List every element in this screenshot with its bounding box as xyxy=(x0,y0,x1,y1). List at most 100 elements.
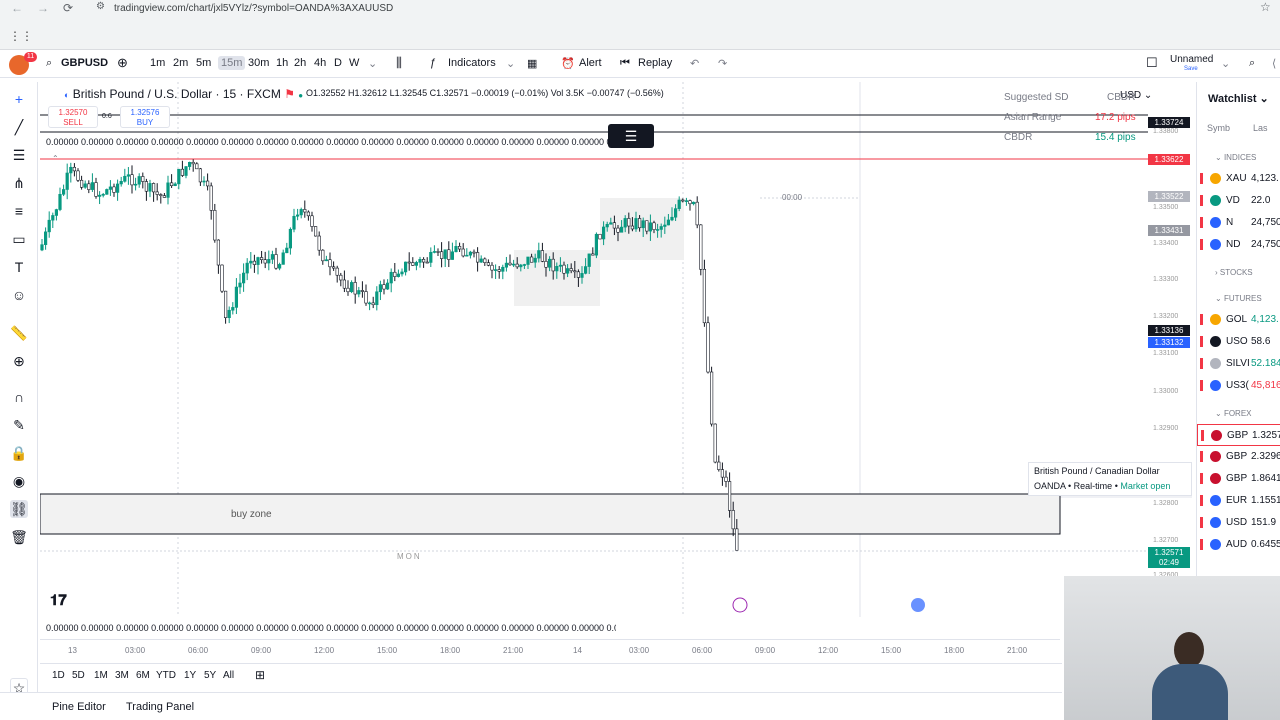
compare-add-icon[interactable]: ⊕ xyxy=(117,55,128,71)
undo-icon[interactable]: ↶ xyxy=(690,57,699,70)
fib-icon[interactable]: ≡ xyxy=(10,202,28,220)
row-flag-icon[interactable] xyxy=(1200,314,1203,325)
pine-editor-tab[interactable]: Pine Editor xyxy=(52,701,106,713)
watchlist-row[interactable]: AUD 0.6455 xyxy=(1197,534,1280,556)
search-icon[interactable]: ⌕ xyxy=(1249,57,1255,70)
trash-icon[interactable]: 🗑 xyxy=(10,528,28,546)
symbol-search[interactable]: GBPUSD xyxy=(61,57,108,69)
watchlist-title[interactable]: Watchlist ⌄ xyxy=(1208,92,1269,105)
indicators-button[interactable]: Indicators xyxy=(448,57,496,69)
range-ytd[interactable]: YTD xyxy=(156,670,176,681)
row-flag-icon[interactable] xyxy=(1200,539,1203,550)
forward-icon[interactable]: → xyxy=(37,1,49,15)
tf-w[interactable]: W xyxy=(349,57,359,69)
tf-15m[interactable]: 15m xyxy=(218,56,246,70)
floating-menu-icon[interactable]: ☰ xyxy=(608,124,654,148)
row-flag-icon[interactable] xyxy=(1200,517,1203,528)
candlestick-chart[interactable] xyxy=(40,82,1192,658)
range-5y[interactable]: 5Y xyxy=(204,670,216,681)
col-symbol[interactable]: Symb xyxy=(1207,123,1230,133)
search-icon[interactable]: ⌕ xyxy=(46,57,52,70)
row-flag-icon[interactable] xyxy=(1200,217,1203,228)
range-1y[interactable]: 1Y xyxy=(184,670,196,681)
ruler-icon[interactable]: 📏 xyxy=(10,324,28,342)
tf-4h[interactable]: 4h xyxy=(314,57,326,69)
collapse-legend-icon[interactable]: ⌃ xyxy=(52,154,59,163)
zoom-icon[interactable]: ⊕ xyxy=(10,352,28,370)
tf-2m[interactable]: 2m xyxy=(173,57,188,69)
watchlist-row[interactable]: SILVI 52.184 xyxy=(1197,353,1280,375)
eye-icon[interactable]: ◉ xyxy=(10,472,28,490)
row-flag-icon[interactable] xyxy=(1200,473,1203,484)
site-info-icon[interactable]: ⚙ xyxy=(96,1,105,12)
rectangle-icon[interactable]: ▭ xyxy=(10,230,28,248)
sell-button[interactable]: 1.32570 SELL xyxy=(48,106,98,128)
watchlist-row[interactable]: USO 58.6 xyxy=(1197,331,1280,353)
range-5d[interactable]: 5D xyxy=(72,670,85,681)
horizontal-lines-icon[interactable]: ☰ xyxy=(10,146,28,164)
pitchfork-icon[interactable]: ⋔ xyxy=(10,174,28,192)
row-flag-icon[interactable] xyxy=(1201,430,1204,441)
range-6m[interactable]: 6M xyxy=(136,670,150,681)
tf-1h[interactable]: 1h xyxy=(276,57,288,69)
row-flag-icon[interactable] xyxy=(1200,239,1203,250)
watchlist-row[interactable]: GOL 4,123. xyxy=(1197,309,1280,331)
bookmark-star-icon[interactable]: ☆ xyxy=(1260,0,1271,14)
range-all[interactable]: All xyxy=(223,670,234,681)
watchlist-row[interactable]: GBP 1.8641 xyxy=(1197,468,1280,490)
goto-date-icon[interactable]: ⊞ xyxy=(255,668,265,682)
alert-button[interactable]: Alert xyxy=(579,57,602,69)
text-icon[interactable]: T xyxy=(10,258,28,276)
chevron-down-icon[interactable]: ⌄ xyxy=(506,57,515,70)
range-3m[interactable]: 3M xyxy=(115,670,129,681)
redo-icon[interactable]: ↷ xyxy=(718,57,727,70)
crosshair-icon[interactable]: + xyxy=(10,90,28,108)
watchlist-row[interactable]: VD 22.0 xyxy=(1197,190,1280,212)
section-stocks[interactable]: › STOCKS xyxy=(1215,268,1253,277)
watchlist-row[interactable]: GBP 2.3296 xyxy=(1197,446,1280,468)
tf-5m[interactable]: 5m xyxy=(196,57,211,69)
replay-button[interactable]: Replay xyxy=(638,57,672,69)
emoji-icon[interactable]: ☺ xyxy=(10,286,28,304)
watchlist-row[interactable]: N 24,750 xyxy=(1197,212,1280,234)
flag-icon[interactable]: ⚑ xyxy=(284,87,295,101)
trading-panel-tab[interactable]: Trading Panel xyxy=(126,701,194,713)
row-flag-icon[interactable] xyxy=(1200,380,1203,391)
back-icon[interactable]: ← xyxy=(11,1,23,15)
row-flag-icon[interactable] xyxy=(1200,173,1203,184)
layout-name[interactable]: Unnamed xyxy=(1170,54,1213,65)
magnet-icon[interactable]: ∩ xyxy=(10,388,28,406)
link-icon[interactable]: ⛓ xyxy=(10,500,28,518)
watchlist-row[interactable]: USD 151.9 xyxy=(1197,512,1280,534)
tf-2h[interactable]: 2h xyxy=(294,57,306,69)
watchlist-row[interactable]: ND 24,750 xyxy=(1197,234,1280,256)
templates-icon[interactable]: ▦ xyxy=(527,57,537,70)
watchlist-row[interactable]: XAU 4,123. xyxy=(1197,168,1280,190)
watchlist-row[interactable]: EUR 1.1551 xyxy=(1197,490,1280,512)
section-futures[interactable]: ⌄ FUTURES xyxy=(1215,294,1262,303)
more-icon[interactable]: ⟨ xyxy=(1272,57,1276,70)
tf-1m[interactable]: 1m xyxy=(150,57,165,69)
chevron-down-icon[interactable]: ⌄ xyxy=(368,57,377,70)
address-bar[interactable]: ⚙ tradingview.com/chart/jxl5VYlz/?symbol… xyxy=(86,0,1256,16)
fullscreen-icon[interactable]: ☐ xyxy=(1146,55,1158,71)
buy-button[interactable]: 1.32576 BUY xyxy=(120,106,170,128)
row-flag-icon[interactable] xyxy=(1200,495,1203,506)
apps-grid-icon[interactable]: ⋮⋮ xyxy=(9,29,33,43)
chart-area[interactable]: ◐ British Pound / U.S. Dollar · 15 · FXC… xyxy=(40,82,1192,658)
section-forex[interactable]: ⌄ FOREX xyxy=(1215,409,1252,418)
watchlist-row[interactable]: GBP 1.3257 xyxy=(1197,424,1280,446)
row-flag-icon[interactable] xyxy=(1200,336,1203,347)
watchlist-row[interactable]: US3(45,816 xyxy=(1197,375,1280,397)
row-flag-icon[interactable] xyxy=(1200,358,1203,369)
trendline-icon[interactable]: ╱ xyxy=(10,118,28,136)
col-last[interactable]: Las xyxy=(1253,123,1268,133)
pencil-icon[interactable]: ✎ xyxy=(10,416,28,434)
chevron-down-icon[interactable]: ⌄ xyxy=(1221,57,1230,70)
row-flag-icon[interactable] xyxy=(1200,195,1203,206)
range-1d[interactable]: 1D xyxy=(52,670,65,681)
legend-title[interactable]: ◐ British Pound / U.S. Dollar · 15 · FXC… xyxy=(64,87,303,101)
tf-30m[interactable]: 30m xyxy=(248,57,269,69)
row-flag-icon[interactable] xyxy=(1200,451,1203,462)
section-indices[interactable]: ⌄ INDICES xyxy=(1215,153,1256,162)
